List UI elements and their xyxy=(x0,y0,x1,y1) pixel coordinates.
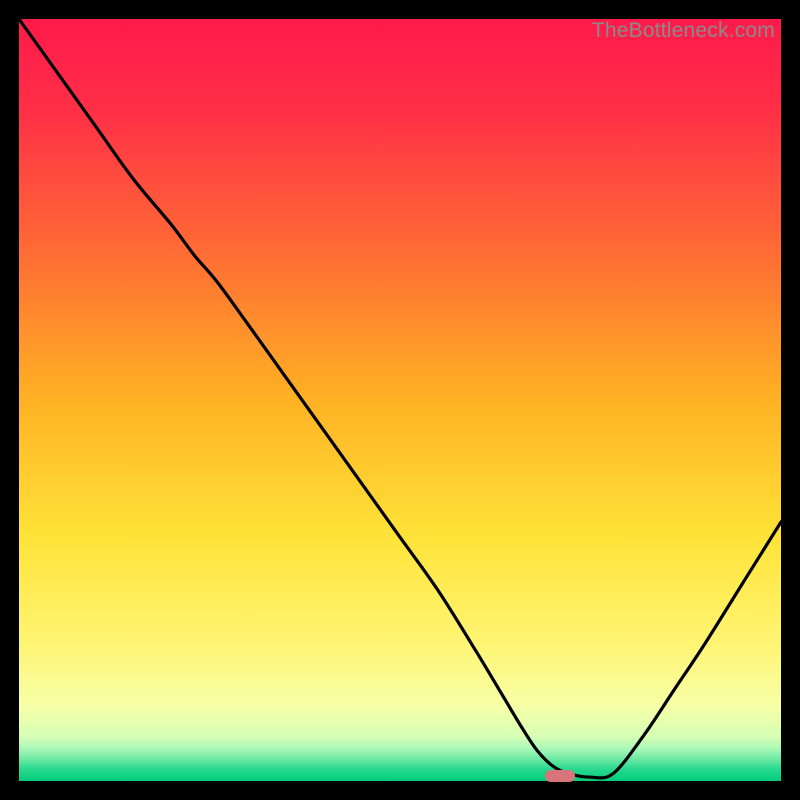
watermark-text: TheBottleneck.com xyxy=(592,19,775,43)
optimal-marker xyxy=(545,770,575,782)
gradient-background xyxy=(19,19,781,781)
plot-frame: TheBottleneck.com xyxy=(19,19,781,781)
gradient-plot xyxy=(19,19,781,781)
